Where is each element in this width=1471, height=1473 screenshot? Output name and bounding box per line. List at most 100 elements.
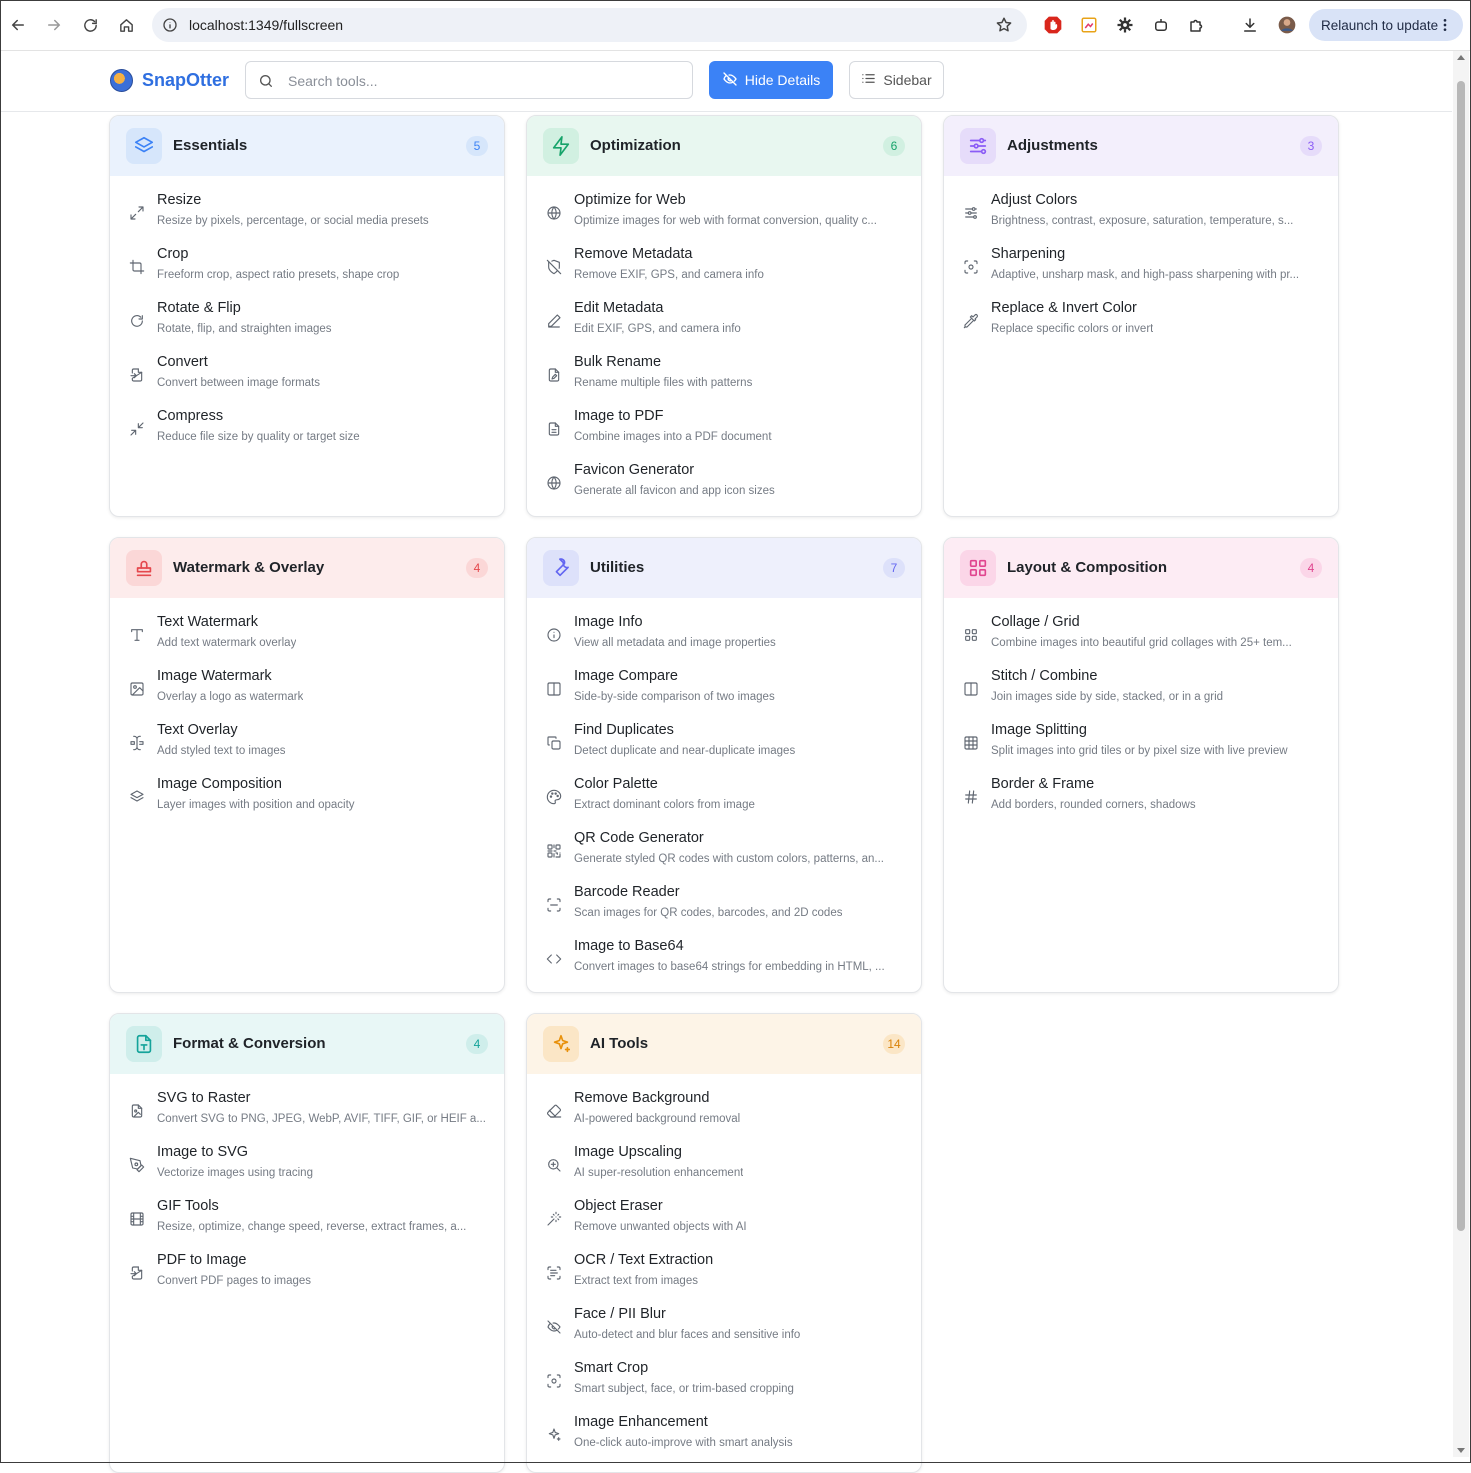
scroll-up-arrow[interactable]: [1457, 55, 1465, 60]
category-title: Optimization: [590, 137, 681, 154]
tool-description: Rename multiple files with patterns: [574, 377, 753, 389]
tool-item-bulk-rename[interactable]: Bulk Rename Rename multiple files with pa…: [527, 352, 921, 406]
film-icon: [128, 1210, 146, 1228]
tool-name: Collage / Grid: [991, 614, 1080, 630]
tool-description: Add styled text to images: [157, 745, 286, 757]
tool-item-barcode-reader[interactable]: Barcode Reader Scan images for QR codes, …: [527, 882, 921, 936]
profile-avatar[interactable]: [1276, 14, 1298, 36]
tool-description: Extract dominant colors from image: [574, 799, 755, 811]
tool-item-remove-metadata[interactable]: Remove Metadata Remove EXIF, GPS, and cam…: [527, 244, 921, 298]
site-info-icon[interactable]: [162, 17, 178, 38]
grid-icon: [962, 626, 980, 644]
forward-icon[interactable]: [42, 13, 66, 37]
tool-item-collage-grid[interactable]: Collage / Grid Combine images into beauti…: [944, 612, 1338, 666]
tool-item-find-duplicates[interactable]: Find Duplicates Detect duplicate and near…: [527, 720, 921, 774]
tool-description: Brightness, contrast, exposure, saturati…: [991, 215, 1294, 227]
tool-list: Remove Background AI-powered background r…: [527, 1074, 921, 1466]
tool-item-rotate-flip[interactable]: Rotate & Flip Rotate, flip, and straighte…: [110, 298, 504, 352]
tool-item-qr-code-generator[interactable]: QR Code Generator Generate styled QR code…: [527, 828, 921, 882]
tool-name: Bulk Rename: [574, 354, 662, 370]
tool-item-image-info[interactable]: Image Info View all metadata and image pr…: [527, 612, 921, 666]
tool-item-replace-invert-color[interactable]: Replace & Invert Color Replace specific c…: [944, 298, 1338, 352]
category-header[interactable]: Essentials 5: [110, 116, 504, 176]
tool-item-remove-background[interactable]: Remove Background AI-powered background r…: [527, 1088, 921, 1142]
search-input[interactable]: [286, 70, 680, 92]
tool-description: Convert SVG to PNG, JPEG, WebP, AVIF, TI…: [157, 1113, 486, 1125]
tool-item-text-overlay[interactable]: Text Overlay Add styled text to images: [110, 720, 504, 774]
adblock-extension-icon[interactable]: [1042, 14, 1064, 36]
app-logo[interactable]: SnapOtter: [110, 69, 229, 92]
tool-count-badge: 14: [883, 1034, 905, 1054]
tool-item-gif-tools[interactable]: GIF Tools Resize, optimize, change speed,…: [110, 1196, 504, 1250]
tool-item-pdf-to-image[interactable]: PDF to Image Convert PDF pages to images: [110, 1250, 504, 1304]
bookmark-star-icon[interactable]: [995, 16, 1013, 39]
file-image-icon: [128, 1102, 146, 1120]
tool-item-image-splitting[interactable]: Image Splitting Split images into grid ti…: [944, 720, 1338, 774]
tool-item-image-to-pdf[interactable]: Image to PDF Combine images into a PDF do…: [527, 406, 921, 460]
gear-extension-icon[interactable]: [1114, 14, 1136, 36]
more-vert-icon[interactable]: [1437, 16, 1453, 37]
tool-item-edit-metadata[interactable]: Edit Metadata Edit EXIF, GPS, and camera …: [527, 298, 921, 352]
download-icon[interactable]: [1239, 14, 1261, 36]
address-bar[interactable]: localhost:1349/fullscreen: [152, 8, 1027, 42]
search-box[interactable]: [245, 61, 693, 99]
columns-icon: [545, 680, 563, 698]
tool-item-image-to-base64[interactable]: Image to Base64 Convert images to base64 …: [527, 936, 921, 990]
page-scrollbar[interactable]: [1453, 51, 1469, 1457]
category-header[interactable]: AI Tools 14: [527, 1014, 921, 1074]
tool-item-image-upscaling[interactable]: Image Upscaling AI super-resolution enhan…: [527, 1142, 921, 1196]
tool-item-svg-to-raster[interactable]: SVG to Raster Convert SVG to PNG, JPEG, W…: [110, 1088, 504, 1142]
layers-icon: [128, 788, 146, 806]
category-header[interactable]: Watermark & Overlay 4: [110, 538, 504, 598]
tool-description: Convert PDF pages to images: [157, 1275, 312, 1287]
back-icon[interactable]: [6, 13, 30, 37]
tool-item-object-eraser[interactable]: Object Eraser Remove unwanted objects wit…: [527, 1196, 921, 1250]
tool-item-image-to-svg[interactable]: Image to SVG Vectorize images using traci…: [110, 1142, 504, 1196]
tool-name: Stitch / Combine: [991, 668, 1098, 684]
tool-item-image-enhancement[interactable]: Image Enhancement One-click auto-improve …: [527, 1412, 921, 1466]
tool-description: Overlay a logo as watermark: [157, 691, 304, 703]
tool-item-resize[interactable]: Resize Resize by pixels, percentage, or s…: [110, 190, 504, 244]
tool-description: Scan images for QR codes, barcodes, and …: [574, 907, 843, 919]
reload-icon[interactable]: [78, 13, 102, 37]
tool-item-border-frame[interactable]: Border & Frame Add borders, rounded corne…: [944, 774, 1338, 828]
tool-item-ocr-text-extraction[interactable]: OCR / Text Extraction Extract text from i…: [527, 1250, 921, 1304]
category-header[interactable]: Adjustments 3: [944, 116, 1338, 176]
tool-item-face-pii-blur[interactable]: Face / PII Blur Auto-detect and blur face…: [527, 1304, 921, 1358]
tool-item-optimize-for-web[interactable]: Optimize for Web Optimize images for web …: [527, 190, 921, 244]
tool-item-sharpening[interactable]: Sharpening Adaptive, unsharp mask, and hi…: [944, 244, 1338, 298]
tool-item-adjust-colors[interactable]: Adjust Colors Brightness, contrast, expos…: [944, 190, 1338, 244]
tool-list: Optimize for Web Optimize images for web …: [527, 176, 921, 514]
tool-item-color-palette[interactable]: Color Palette Extract dominant colors fro…: [527, 774, 921, 828]
scroll-down-arrow[interactable]: [1457, 1448, 1465, 1453]
tool-item-compress[interactable]: Compress Reduce file size by quality or t…: [110, 406, 504, 460]
eye-off-icon: [722, 71, 738, 90]
sidebar-toggle-button[interactable]: Sidebar: [849, 61, 944, 99]
scrollbar-thumb[interactable]: [1457, 81, 1465, 1231]
tool-name: Barcode Reader: [574, 884, 680, 900]
tool-item-image-compare[interactable]: Image Compare Side-by-side comparison of …: [527, 666, 921, 720]
tool-item-smart-crop[interactable]: Smart Crop Smart subject, face, or trim-b…: [527, 1358, 921, 1412]
tool-item-stitch-combine[interactable]: Stitch / Combine Join images side by side…: [944, 666, 1338, 720]
scan-icon: [545, 896, 563, 914]
tool-item-image-watermark[interactable]: Image Watermark Overlay a logo as waterma…: [110, 666, 504, 720]
tool-item-image-composition[interactable]: Image Composition Layer images with posit…: [110, 774, 504, 828]
tool-name: Rotate & Flip: [157, 300, 241, 316]
extensions-puzzle-icon[interactable]: [1186, 14, 1208, 36]
tool-item-favicon-generator[interactable]: Favicon Generator Generate all favicon an…: [527, 460, 921, 514]
tool-item-crop[interactable]: Crop Freeform crop, aspect ratio presets,…: [110, 244, 504, 298]
category-header[interactable]: Utilities 7: [527, 538, 921, 598]
color-extension-icon[interactable]: [1078, 14, 1100, 36]
hide-details-button[interactable]: Hide Details: [709, 61, 833, 99]
category-header[interactable]: Layout & Composition 4: [944, 538, 1338, 598]
robot-extension-icon[interactable]: [1150, 14, 1172, 36]
tool-item-convert[interactable]: Convert Convert between image formats: [110, 352, 504, 406]
tool-item-text-watermark[interactable]: Text Watermark Add text watermark overlay: [110, 612, 504, 666]
file-convert-icon: [128, 1264, 146, 1282]
category-header[interactable]: Optimization 6: [527, 116, 921, 176]
home-icon[interactable]: [114, 13, 138, 37]
relaunch-button[interactable]: Relaunch to update: [1309, 9, 1463, 41]
tool-count-badge: 5: [466, 136, 488, 156]
category-header[interactable]: Format & Conversion 4: [110, 1014, 504, 1074]
tool-description: Remove EXIF, GPS, and camera info: [574, 269, 764, 281]
